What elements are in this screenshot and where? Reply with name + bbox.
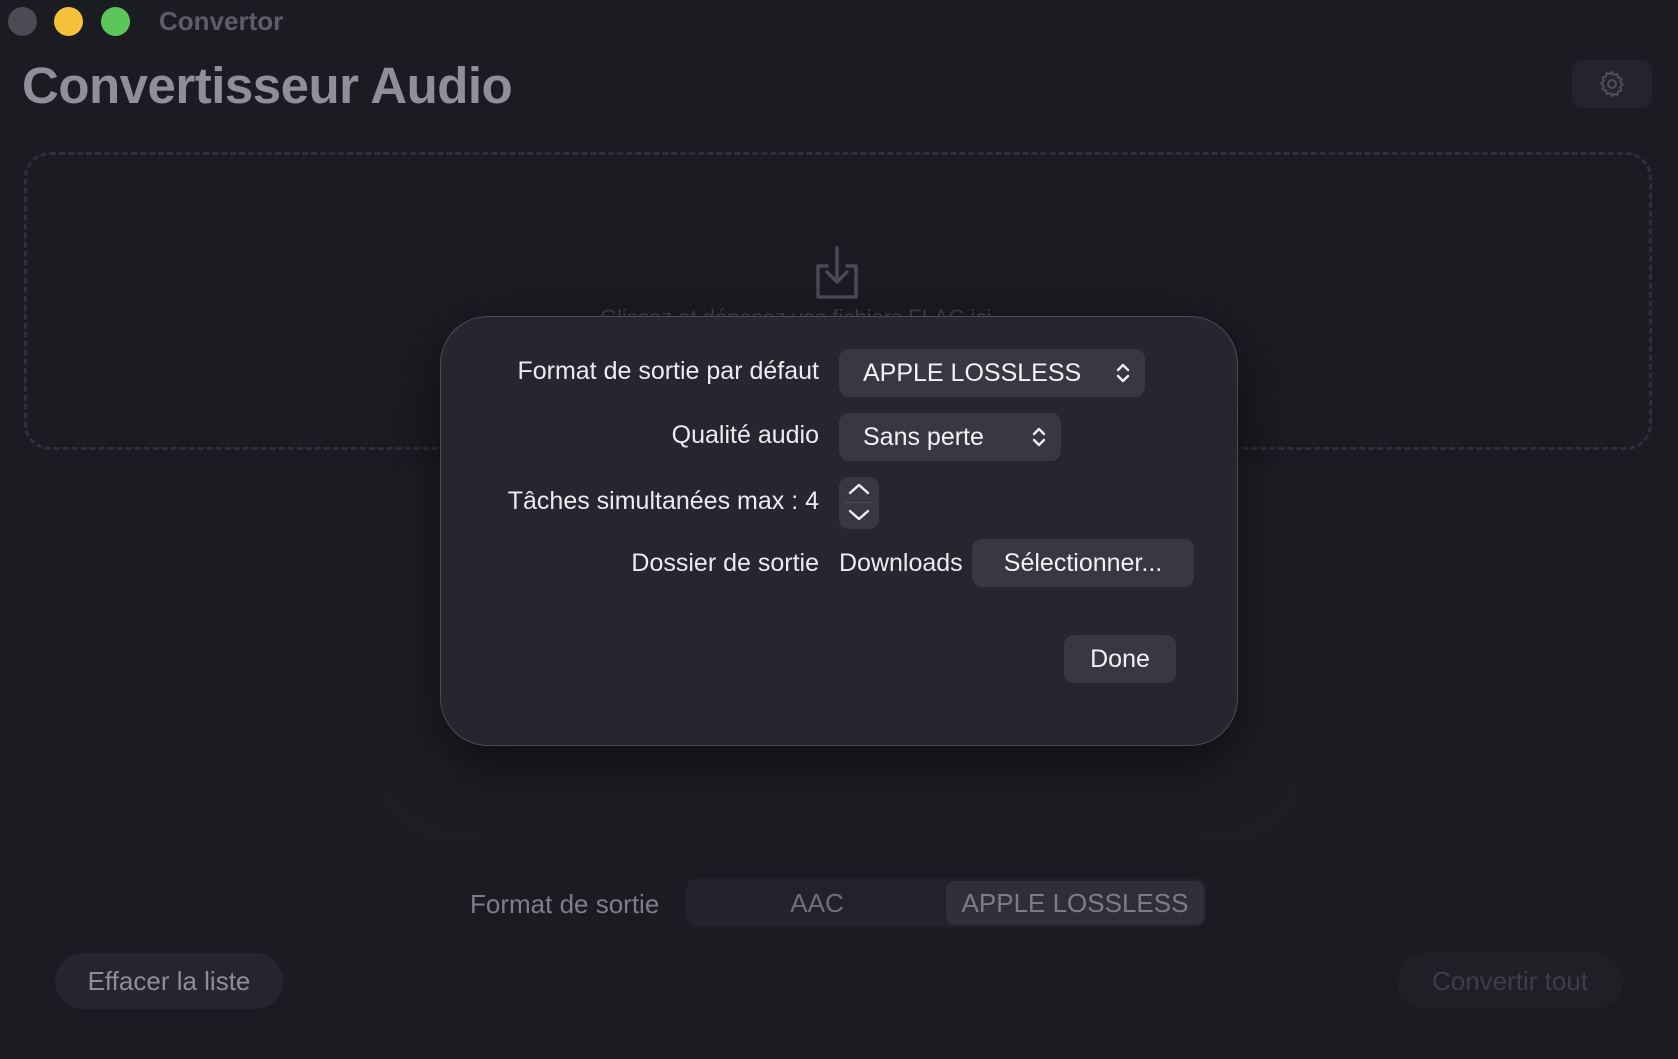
audio-quality-value: Sans perte [863, 422, 984, 451]
select-folder-button[interactable]: Sélectionner... [972, 539, 1194, 587]
audio-quality-label: Qualité audio [671, 421, 819, 449]
window-title: Convertor [159, 6, 284, 36]
app-window: Convertor Convertisseur Audio Glissez et… [0, 0, 1678, 1059]
max-tasks-stepper [839, 477, 879, 529]
segment-aac[interactable]: AAC [688, 881, 946, 925]
output-folder-value: Downloads [839, 549, 963, 577]
download-tray-icon [816, 246, 858, 299]
output-folder-label: Dossier de sortie [631, 549, 819, 577]
audio-quality-popup[interactable]: Sans perte [839, 413, 1061, 461]
chevron-up-icon[interactable] [847, 481, 871, 497]
chevron-up-down-icon [1116, 363, 1130, 383]
settings-button[interactable] [1572, 60, 1652, 108]
minimize-window-button[interactable] [54, 7, 83, 36]
segment-apple-lossless[interactable]: APPLE LOSSLESS [946, 881, 1204, 925]
gear-icon [1599, 70, 1625, 98]
close-window-button[interactable] [8, 7, 37, 36]
page-title: Convertisseur Audio [22, 57, 513, 114]
default-format-popup[interactable]: APPLE LOSSLESS [839, 349, 1145, 397]
chevron-down-icon[interactable] [847, 507, 871, 523]
chevron-up-down-icon [1032, 427, 1046, 447]
output-format-label: Format de sortie [470, 889, 660, 919]
default-format-value: APPLE LOSSLESS [863, 358, 1082, 387]
convert-all-button[interactable]: Convertir tout [1397, 953, 1623, 1009]
done-button[interactable]: Done [1064, 635, 1176, 683]
clear-list-button[interactable]: Effacer la liste [55, 953, 283, 1009]
settings-dialog: Format de sortie par défaut APPLE LOSSLE… [440, 316, 1238, 746]
max-tasks-label: Tâches simultanées max : 4 [507, 487, 819, 515]
output-format-segmented-control: AAC APPLE LOSSLESS [686, 879, 1206, 927]
maximize-window-button[interactable] [101, 7, 130, 36]
default-format-label: Format de sortie par défaut [517, 357, 819, 385]
